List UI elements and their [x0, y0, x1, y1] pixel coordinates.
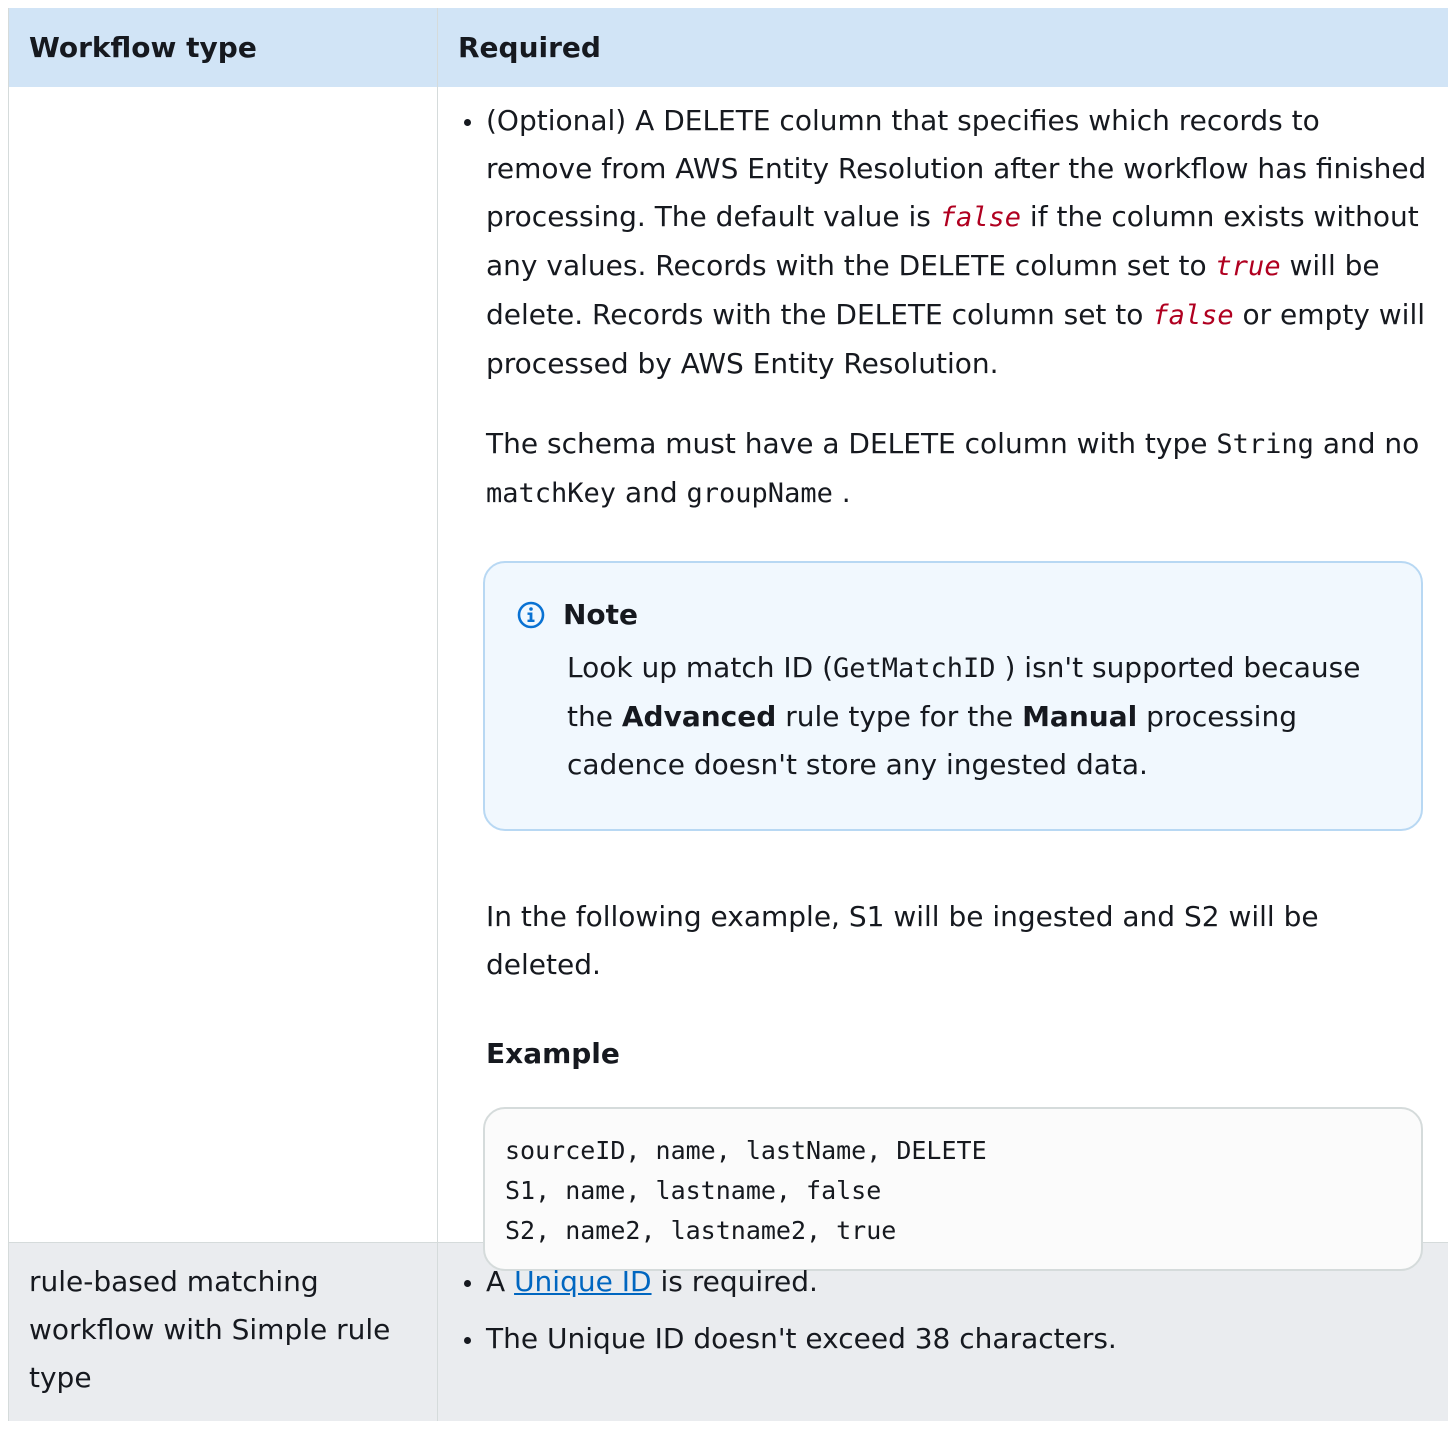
schema-text: The schema must have a DELETE column wit…: [486, 427, 1217, 460]
code-groupname: groupName: [686, 478, 833, 509]
code-line: S1, name, lastname, false: [505, 1176, 882, 1205]
table-header-row: Workflow type Required: [9, 8, 1448, 87]
code-getmatchid: GetMatchID: [833, 653, 996, 684]
list-item: (Optional) A DELETE column that specifie…: [462, 97, 1429, 388]
schema-text: and: [616, 476, 687, 509]
schema-text: .: [832, 476, 851, 509]
note-callout: Note Look up match ID (GetMatchID ) isn'…: [483, 561, 1423, 831]
bold-manual: Manual: [1022, 700, 1138, 733]
code-false: false: [939, 202, 1022, 233]
workflow-type-cell: [9, 87, 438, 1242]
table-row: (Optional) A DELETE column that specifie…: [9, 87, 1448, 1271]
example-intro: In the following example, S1 will be ing…: [486, 900, 1319, 981]
note-title: Note: [517, 598, 1391, 632]
required-cell: (Optional) A DELETE column that specifie…: [438, 87, 1448, 1271]
unique-id-link[interactable]: Unique ID: [514, 1265, 651, 1298]
note-text: Look up match ID (: [567, 651, 833, 684]
code-false: false: [1152, 300, 1234, 331]
schema-text: and no: [1313, 427, 1420, 460]
delete-column-list: (Optional) A DELETE column that specifie…: [462, 97, 1429, 388]
note-body: Look up match ID (GetMatchID ) isn't sup…: [567, 644, 1391, 789]
schema-paragraph: The schema must have a DELETE column wit…: [486, 420, 1429, 518]
note-text: rule type for the: [776, 700, 1023, 733]
required-cell: A Unique ID is required. The Unique ID d…: [438, 1243, 1448, 1421]
bullet-text: is required.: [651, 1265, 818, 1298]
code-true: true: [1215, 251, 1281, 282]
note-title-text: Note: [563, 598, 639, 631]
code-line: sourceID, name, lastName, DELETE: [505, 1136, 987, 1165]
table-row: rule-based matching workflow with Simple…: [9, 1243, 1448, 1421]
code-matchkey: matchKey: [486, 478, 617, 509]
list-item: The Unique ID doesn't exceed 38 characte…: [462, 1315, 1429, 1363]
requirements-list: A Unique ID is required. The Unique ID d…: [462, 1258, 1429, 1363]
info-icon: [517, 601, 545, 629]
workflow-type-cell: rule-based matching workflow with Simple…: [9, 1243, 438, 1421]
list-item: A Unique ID is required.: [462, 1258, 1429, 1306]
bullet-text: A: [486, 1265, 515, 1298]
header-required: Required: [458, 31, 601, 64]
bold-advanced: Advanced: [621, 700, 777, 733]
code-string: String: [1216, 429, 1314, 460]
header-workflow-type: Workflow type: [9, 8, 438, 87]
example-heading: Example: [486, 1037, 620, 1070]
requirements-table: Workflow type Required (Optional) A DELE…: [8, 8, 1448, 1421]
